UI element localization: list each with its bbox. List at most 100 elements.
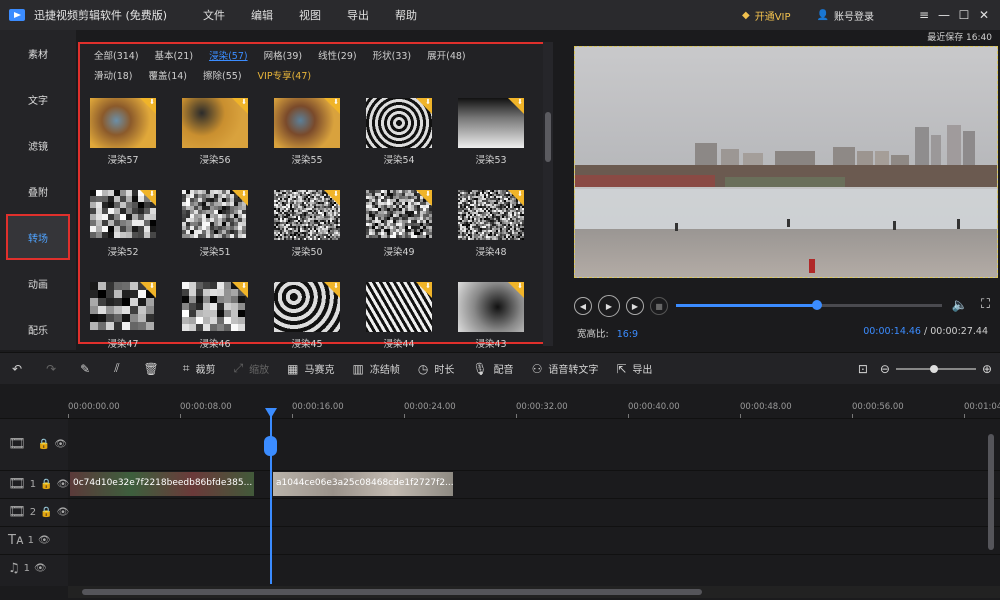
video-clip-2[interactable]: a1044ce06e3a25c08468cde1f2727f2... <box>273 472 453 496</box>
redo-button[interactable]: ↷ <box>46 362 62 376</box>
download-icon[interactable]: ⬇ <box>232 98 248 114</box>
tab-shape[interactable]: 形状(33) <box>373 50 412 64</box>
transition-thumbnail[interactable]: ⬇ 浸染56 <box>182 98 248 166</box>
menu-file[interactable]: 文件 <box>190 7 238 23</box>
transition-thumbnail[interactable]: ⬇ 浸染50 <box>274 190 340 258</box>
download-icon[interactable]: ⬇ <box>140 98 156 114</box>
tab-cover[interactable]: 覆盖(14) <box>149 70 188 84</box>
maximize-icon[interactable]: ☐ <box>954 8 974 22</box>
tab-unfold[interactable]: 展开(48) <box>427 50 466 64</box>
freeze-frame-button[interactable]: ▥ 冻结帧 <box>353 361 400 377</box>
tab-slide[interactable]: 滑动(18) <box>94 70 133 84</box>
tab-vip[interactable]: VIP专享(47) <box>258 70 312 84</box>
sidebar-item-music[interactable]: 配乐 <box>0 306 76 352</box>
menu-edit[interactable]: 编辑 <box>238 7 286 23</box>
download-icon[interactable]: ⬇ <box>416 98 432 114</box>
download-icon[interactable]: ⬇ <box>416 190 432 206</box>
sidebar-item-text[interactable]: 文字 <box>0 76 76 122</box>
download-icon[interactable]: ⬇ <box>232 282 248 298</box>
lock-icon[interactable]: 🔒 <box>38 439 50 450</box>
scale-button[interactable]: ⤢ 缩放 <box>234 361 270 376</box>
sidebar-item-material[interactable]: 素材 <box>0 30 76 76</box>
dub-button[interactable]: 🎙 配音 <box>472 361 513 377</box>
transition-thumbnail[interactable]: ⬇ 浸染55 <box>274 98 340 166</box>
menu-icon[interactable]: ≡ <box>914 8 934 22</box>
timeline-horizontal-scrollbar[interactable] <box>68 586 1000 598</box>
prev-frame-button[interactable]: ◀ <box>574 297 592 315</box>
sidebar-item-animation[interactable]: 动画 <box>0 260 76 306</box>
menu-help[interactable]: 帮助 <box>382 7 430 23</box>
download-icon[interactable]: ⬇ <box>232 190 248 206</box>
eye-icon[interactable]: 👁 <box>38 535 51 546</box>
transition-thumbnail[interactable]: ⬇ 浸染51 <box>182 190 248 258</box>
tab-all[interactable]: 全部(314) <box>94 50 139 64</box>
transition-thumbnail[interactable]: ⬇ 浸染52 <box>90 190 156 258</box>
timeline-vertical-scrollbar[interactable] <box>986 434 996 574</box>
transition-thumbnail[interactable]: ⬇ 浸染46 <box>182 282 248 350</box>
library-scrollbar[interactable] <box>543 42 553 346</box>
download-icon[interactable]: ⬇ <box>508 282 524 298</box>
next-frame-button[interactable]: ▶ <box>626 297 644 315</box>
edit-button[interactable]: ✎ <box>80 362 96 376</box>
fullscreen-icon[interactable]: ⛶ <box>981 297 990 312</box>
playhead[interactable] <box>270 408 272 584</box>
tab-grid[interactable]: 网格(39) <box>264 50 303 64</box>
close-icon[interactable]: ✕ <box>974 8 994 22</box>
download-icon[interactable]: ⬇ <box>508 190 524 206</box>
zoom-out-icon[interactable]: ⊖ <box>880 362 890 376</box>
download-icon[interactable]: ⬇ <box>324 190 340 206</box>
eye-icon[interactable]: 👁 <box>54 439 67 450</box>
mosaic-button[interactable]: ▦ 马赛克 <box>287 361 334 377</box>
download-icon[interactable]: ⬇ <box>416 282 432 298</box>
eye-icon[interactable]: 👁 <box>34 563 47 574</box>
delete-button[interactable]: 🗑 <box>144 362 165 376</box>
progress-knob[interactable] <box>811 300 822 310</box>
transition-thumbnail[interactable]: ⬇ 浸染57 <box>90 98 156 166</box>
tab-dissolve[interactable]: 浸染(57) <box>209 50 248 64</box>
download-icon[interactable]: ⬇ <box>140 282 156 298</box>
download-icon[interactable]: ⬇ <box>140 190 156 206</box>
tab-basic[interactable]: 基本(21) <box>155 50 194 64</box>
crop-button[interactable]: ⌗ 裁剪 <box>183 361 216 376</box>
tab-wipe[interactable]: 擦除(55) <box>203 70 242 84</box>
transition-thumbnail[interactable]: ⬇ 浸染44 <box>366 282 432 350</box>
download-icon[interactable]: ⬇ <box>324 282 340 298</box>
menu-export[interactable]: 导出 <box>334 7 382 23</box>
login-button[interactable]: 👤 账号登录 <box>817 8 874 23</box>
transition-thumbnail[interactable]: ⬇ 浸染54 <box>366 98 432 166</box>
playback-progress[interactable] <box>676 300 942 310</box>
fit-icon[interactable]: ⊡ <box>858 362 868 376</box>
sidebar-item-overlay[interactable]: 叠附 <box>0 168 76 214</box>
transition-thumbnail[interactable]: ⬇ 浸染47 <box>90 282 156 350</box>
download-icon[interactable]: ⬇ <box>324 98 340 114</box>
menu-view[interactable]: 视图 <box>286 7 334 23</box>
export-button[interactable]: ⇱ 导出 <box>616 361 652 377</box>
play-button[interactable]: ▶ <box>598 295 620 317</box>
sidebar-item-filter[interactable]: 滤镜 <box>0 122 76 168</box>
transition-handle[interactable] <box>264 436 277 456</box>
volume-icon[interactable]: 🔈 <box>952 298 968 313</box>
transition-thumbnail[interactable]: ⬇ 浸染53 <box>458 98 524 166</box>
speech-to-text-button[interactable]: ⚇ 语音转文字 <box>532 361 599 377</box>
tab-linear[interactable]: 线性(29) <box>318 50 357 64</box>
transition-thumbnail[interactable]: ⬇ 浸染49 <box>366 190 432 258</box>
lock-icon[interactable]: 🔒 <box>40 507 52 518</box>
timeline-ruler[interactable]: 00:00:00.00 00:00:08.00 00:00:16.00 00:00:2… <box>68 392 1000 418</box>
vip-button[interactable]: ◆ 开通VIP <box>742 8 791 23</box>
undo-button[interactable]: ↶ <box>12 362 28 376</box>
eye-icon[interactable]: 👁 <box>57 507 70 518</box>
transition-thumbnail[interactable]: ⬇ 浸染45 <box>274 282 340 350</box>
video-clip-1[interactable]: 0c74d10e32e7f2218beedb86bfde385... <box>70 472 254 496</box>
transition-thumbnail[interactable]: ⬇ 浸染48 <box>458 190 524 258</box>
sidebar-item-transition[interactable]: 转场 <box>6 214 70 260</box>
aspect-ratio-value[interactable]: 16:9 <box>617 329 638 340</box>
split-button[interactable]: ⫽ <box>114 361 125 376</box>
download-icon[interactable]: ⬇ <box>508 98 524 114</box>
minimize-icon[interactable]: — <box>934 8 954 22</box>
duration-button[interactable]: ◷ 时长 <box>418 361 454 377</box>
zoom-in-icon[interactable]: ⊕ <box>982 362 992 376</box>
lock-icon[interactable]: 🔒 <box>40 479 52 490</box>
zoom-slider[interactable] <box>895 365 976 373</box>
stop-button[interactable]: ■ <box>650 297 668 315</box>
transition-thumbnail[interactable]: ⬇ 浸染43 <box>458 282 524 350</box>
